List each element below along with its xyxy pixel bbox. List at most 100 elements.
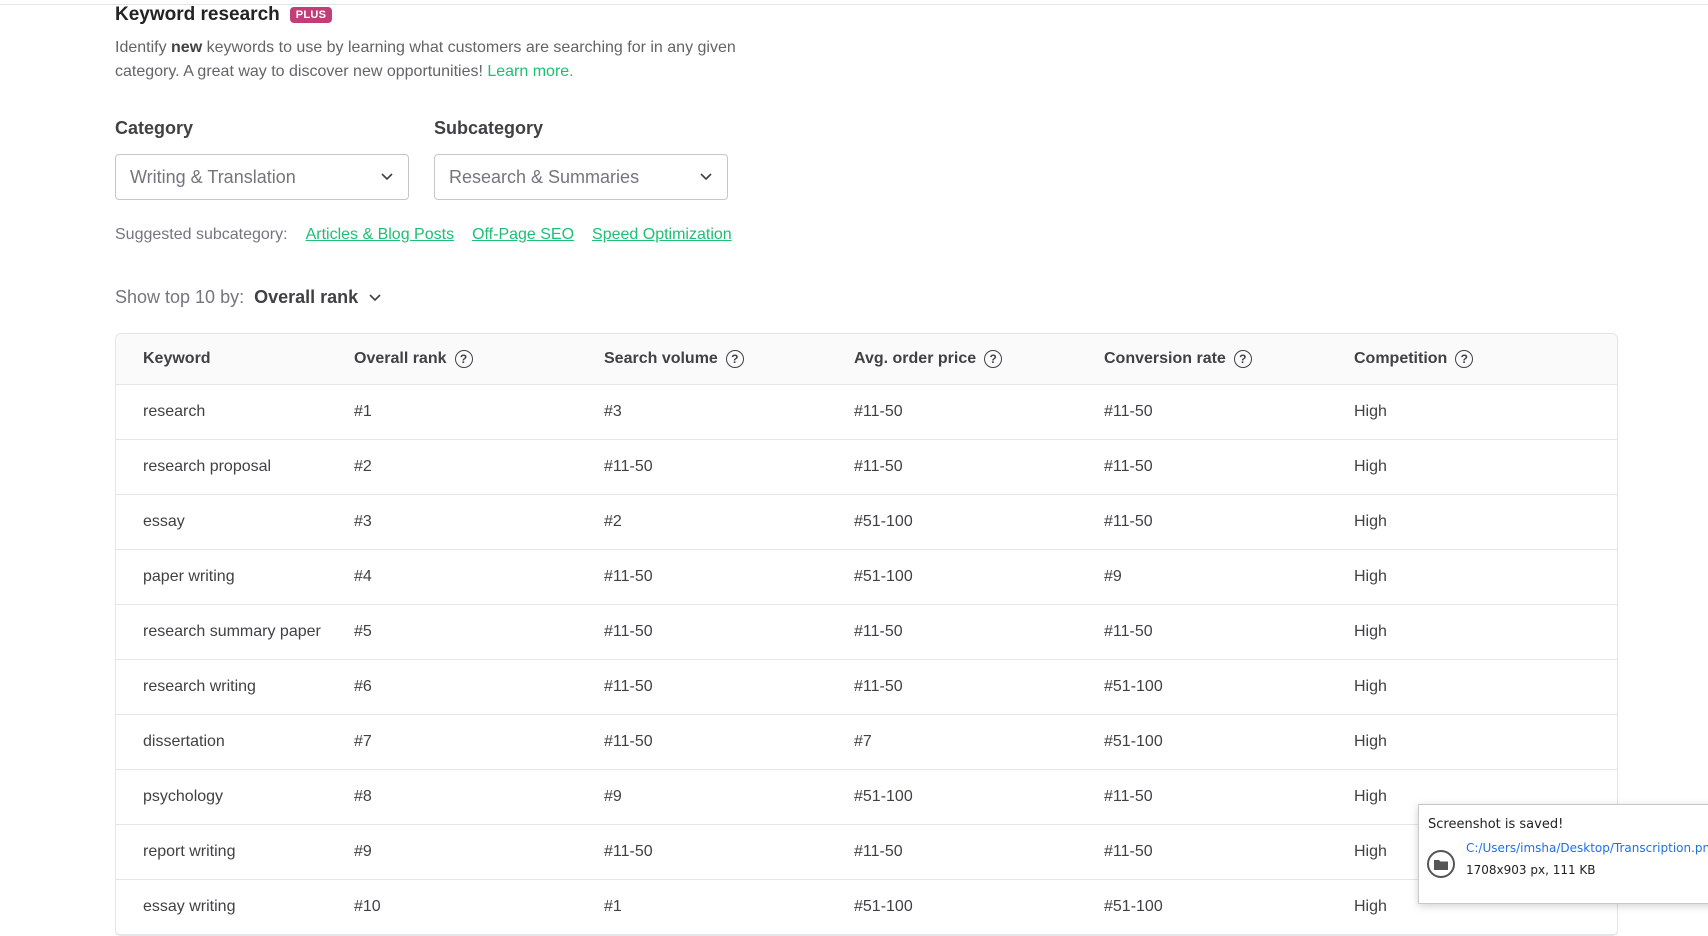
plus-badge: PLUS	[289, 7, 333, 23]
cell-search-volume: #11-50	[604, 568, 653, 585]
table-row: dissertation #7 #11-50 #7 #51-100 High	[116, 715, 1617, 770]
cell-avg-order-price: #11-50	[854, 458, 903, 475]
category-label: Category	[115, 118, 194, 138]
cell-avg-order-price: #11-50	[854, 843, 903, 860]
cell-competition: High	[1354, 568, 1387, 585]
table-row: research summary paper #5 #11-50 #11-50 #11-…	[116, 605, 1617, 660]
subcategory-select[interactable]: Research & Summaries	[434, 154, 728, 200]
chevron-down-icon	[380, 170, 394, 184]
cell-keyword: research proposal	[143, 458, 272, 475]
cell-keyword: paper writing	[143, 568, 235, 585]
cell-conversion-rate: #11-50	[1104, 843, 1153, 860]
table-row: essay #3 #2 #51-100 #11-50 High	[116, 495, 1617, 550]
column-header-label: Avg. order price	[854, 350, 977, 367]
table-header-row: Keyword Overall rank? Search volume? Avg…	[116, 334, 1617, 385]
cell-conversion-rate: #11-50	[1104, 403, 1153, 420]
cell-avg-order-price: #51-100	[854, 513, 913, 530]
suggested-link-articles[interactable]: Articles & Blog Posts	[306, 226, 455, 244]
table-row: report writing #9 #11-50 #11-50 #11-50 High	[116, 825, 1617, 880]
subcategory-label: Subcategory	[434, 118, 544, 138]
cell-conversion-rate: #51-100	[1104, 898, 1163, 915]
column-header-overall-rank: Overall rank?	[354, 350, 604, 368]
subcategory-value: Research & Summaries	[449, 166, 640, 187]
notification-file-info: 1708x903 px, 111 KB	[1466, 863, 1596, 877]
cell-conversion-rate: #51-100	[1104, 678, 1163, 695]
keyword-table: Keyword Overall rank? Search volume? Avg…	[115, 333, 1618, 936]
cell-conversion-rate: #11-50	[1104, 623, 1153, 640]
chevron-down-icon	[699, 170, 713, 184]
sort-label: Show top 10 by:	[115, 287, 245, 307]
cell-competition: High	[1354, 678, 1387, 695]
category-select[interactable]: Writing & Translation	[115, 154, 409, 200]
cell-avg-order-price: #51-100	[854, 788, 913, 805]
help-icon[interactable]: ?	[454, 350, 473, 368]
cell-overall-rank: #7	[354, 733, 372, 750]
cell-conversion-rate: #11-50	[1104, 788, 1153, 805]
chevron-down-icon	[368, 291, 382, 305]
cell-keyword: psychology	[143, 788, 224, 805]
notification-file-path[interactable]: C:/Users/imsha/Desktop/Transcription.png	[1466, 841, 1708, 855]
cell-search-volume: #11-50	[604, 623, 653, 640]
table-row: paper writing #4 #11-50 #51-100 #9 High	[116, 550, 1617, 605]
cell-search-volume: #3	[604, 403, 622, 420]
suggested-link-speed-optimization[interactable]: Speed Optimization	[592, 226, 732, 244]
folder-icon[interactable]	[1427, 850, 1455, 878]
cell-avg-order-price: #11-50	[854, 678, 903, 695]
cell-overall-rank: #8	[354, 788, 372, 805]
sort-value: Overall rank	[254, 287, 359, 307]
help-icon[interactable]: ?	[725, 350, 744, 368]
help-icon[interactable]: ?	[1455, 350, 1474, 368]
column-header-conversion-rate: Conversion rate?	[1104, 350, 1354, 368]
column-header-search-volume: Search volume?	[604, 350, 854, 368]
cell-competition: High	[1354, 403, 1387, 420]
page-description: Identify new keywords to use by learning…	[115, 36, 755, 84]
cell-keyword: dissertation	[143, 733, 225, 750]
cell-overall-rank: #6	[354, 678, 372, 695]
cell-overall-rank: #9	[354, 843, 372, 860]
cell-overall-rank: #3	[354, 513, 372, 530]
column-header-label: Overall rank	[354, 350, 447, 367]
cell-conversion-rate: #51-100	[1104, 733, 1163, 750]
cell-search-volume: #11-50	[604, 458, 653, 475]
cell-conversion-rate: #9	[1104, 568, 1122, 585]
cell-overall-rank: #1	[354, 403, 372, 420]
column-header-keyword: Keyword	[116, 350, 354, 368]
table-row: essay writing #10 #1 #51-100 #51-100 High	[116, 880, 1617, 935]
cell-search-volume: #11-50	[604, 678, 653, 695]
cell-avg-order-price: #11-50	[854, 623, 903, 640]
cell-avg-order-price: #11-50	[854, 403, 903, 420]
suggested-subcategories: Suggested subcategory: Articles & Blog P…	[115, 226, 732, 244]
learn-more-link[interactable]: Learn more.	[487, 63, 573, 80]
cell-keyword: essay writing	[143, 898, 236, 915]
table-row: psychology #8 #9 #51-100 #11-50 High	[116, 770, 1617, 825]
table-row: research writing #6 #11-50 #11-50 #51-100 Hig…	[116, 660, 1617, 715]
cell-search-volume: #11-50	[604, 843, 653, 860]
table-body: research #1 #3 #11-50 #11-50 High research pro…	[116, 385, 1617, 935]
table-row: research proposal #2 #11-50 #11-50 #11-50 Hig…	[116, 440, 1617, 495]
help-icon[interactable]: ?	[1233, 350, 1252, 368]
cell-search-volume: #2	[604, 513, 622, 530]
cell-conversion-rate: #11-50	[1104, 513, 1153, 530]
column-header-label: Search volume	[604, 350, 718, 367]
sort-dropdown[interactable]: Overall rank	[254, 287, 382, 308]
cell-competition: High	[1354, 733, 1387, 750]
column-header-avg-order-price: Avg. order price?	[854, 350, 1104, 368]
cell-avg-order-price: #51-100	[854, 568, 913, 585]
page-title: Keyword research	[115, 4, 280, 25]
cell-keyword: research summary paper	[143, 623, 321, 640]
suggested-link-off-page-seo[interactable]: Off-Page SEO	[472, 226, 574, 244]
screenshot-saved-notification[interactable]: Screenshot is saved! C:/Users/imsha/Desk…	[1418, 804, 1708, 904]
category-value: Writing & Translation	[130, 166, 296, 187]
notification-title: Screenshot is saved!	[1428, 817, 1564, 832]
description-bold: new	[171, 39, 203, 56]
cell-search-volume: #1	[604, 898, 622, 915]
help-icon[interactable]: ?	[984, 350, 1003, 368]
column-header-label: Keyword	[143, 350, 211, 367]
column-header-label: Competition	[1354, 350, 1448, 367]
cell-keyword: report writing	[143, 843, 236, 860]
column-header-competition: Competition?	[1354, 350, 1604, 368]
cell-overall-rank: #5	[354, 623, 372, 640]
cell-search-volume: #9	[604, 788, 622, 805]
cell-conversion-rate: #11-50	[1104, 458, 1153, 475]
cell-competition: High	[1354, 513, 1387, 530]
